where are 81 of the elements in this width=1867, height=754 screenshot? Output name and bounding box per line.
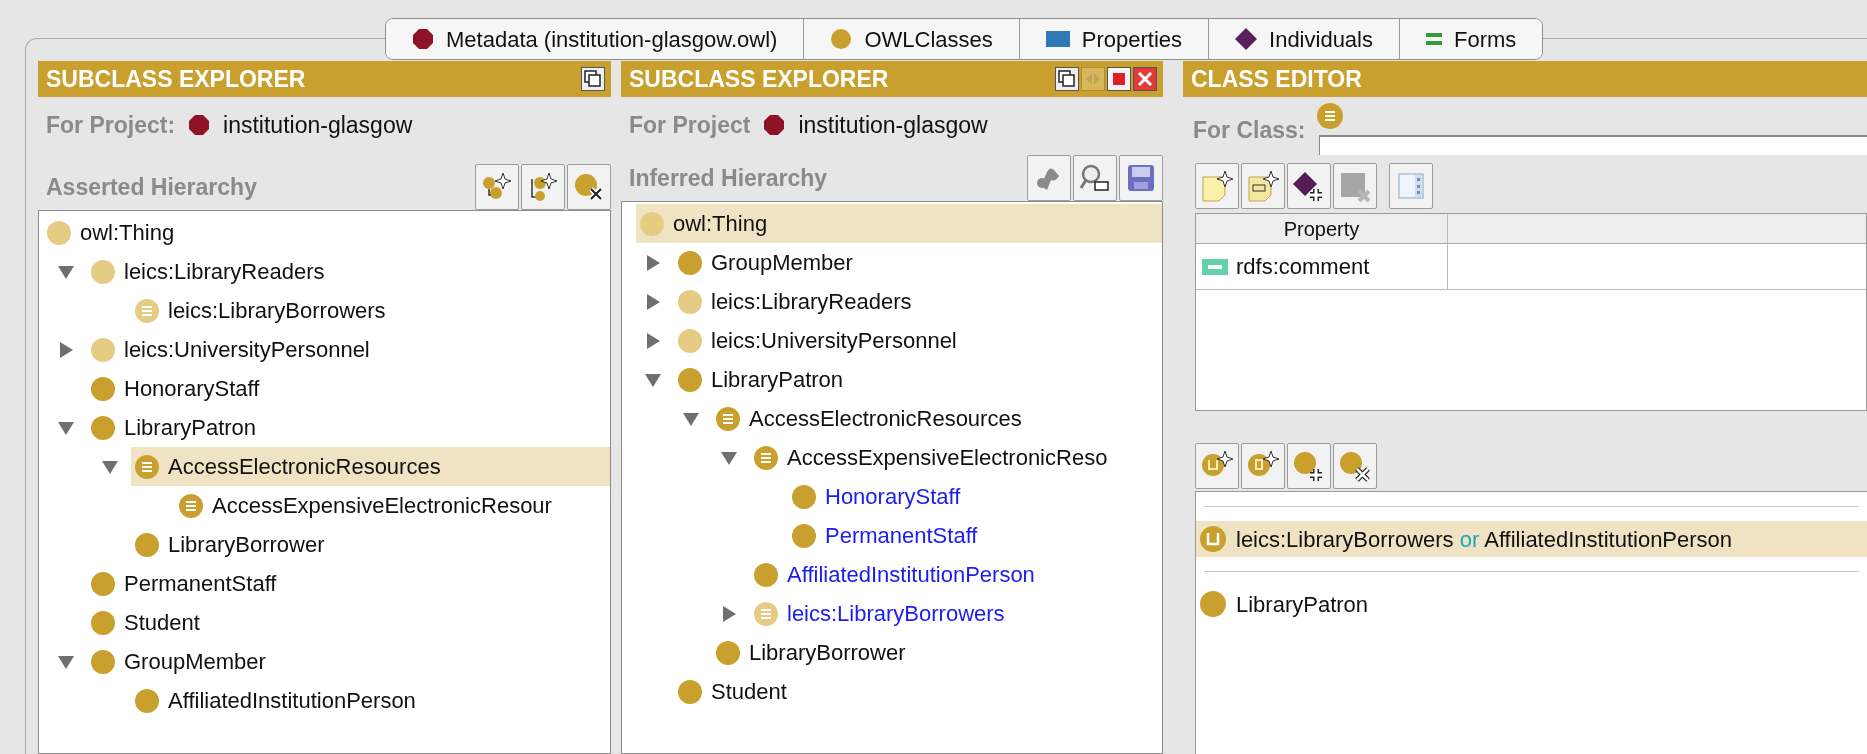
panel-title: SUBCLASS EXPLORER [629, 67, 889, 91]
tab[interactable]: Forms [1399, 19, 1543, 59]
tree-item[interactable]: leics:LibraryReaders [674, 282, 1162, 321]
tree-item[interactable]: AffiliatedInstitutionPerson [131, 681, 610, 720]
project-name: institution-glasgow [798, 110, 988, 140]
triangle-right-icon[interactable] [644, 253, 662, 272]
project-label: For Project: [46, 110, 176, 140]
defined-class-icon [1317, 103, 1344, 129]
tree-item[interactable]: leics:LibraryReaders [87, 252, 610, 291]
hexagon-icon [189, 115, 210, 135]
create-restriction-button[interactable] [1241, 443, 1285, 489]
tree-item[interactable]: Student [674, 672, 1162, 711]
remove-class-button[interactable] [1333, 443, 1377, 489]
tree-item[interactable]: AffiliatedInstitutionPerson [750, 555, 1162, 594]
triangle-right-icon[interactable] [644, 292, 662, 311]
create-subclass-button[interactable] [475, 164, 519, 210]
tree-item[interactable]: GroupMember [87, 642, 610, 681]
tree-item[interactable]: AccessElectronicResources [131, 447, 610, 486]
tree-item[interactable]: PermanentStaff [87, 564, 610, 603]
tree-item[interactable]: LibraryPatron [674, 360, 1162, 399]
triangle-right-icon[interactable] [644, 331, 662, 350]
create-sibling-button[interactable] [521, 164, 565, 210]
tree-item[interactable]: owl:Thing [43, 213, 610, 252]
tree-item[interactable]: leics:UniversityPersonnel [87, 330, 610, 369]
save-button[interactable] [1119, 155, 1163, 201]
restore-icon [581, 67, 605, 91]
for-class-label: For Class: [1193, 116, 1306, 145]
hexagon-icon [764, 115, 785, 135]
delete-class-button[interactable] [567, 164, 611, 210]
stop-icon [1107, 67, 1131, 91]
panel-layout-icon [1396, 171, 1426, 201]
tree-item[interactable]: GroupMember [674, 243, 1162, 282]
create-union-button[interactable] [1195, 443, 1239, 489]
note-sparkle-icon [1199, 169, 1235, 203]
union-class-icon [1200, 526, 1226, 552]
condition-row[interactable]: leics:LibraryBorrowers or AffiliatedInstitutionPerson [1196, 521, 1867, 557]
new-document-button[interactable] [1241, 163, 1285, 209]
restore-icon [1055, 67, 1079, 91]
tree-item[interactable]: owl:Thing [636, 204, 1162, 243]
panel-title: CLASS EDITOR [1191, 67, 1362, 91]
document-sparkle-icon [1245, 169, 1281, 203]
class-name-field[interactable] [1319, 135, 1867, 155]
bars-icon [1426, 32, 1442, 46]
hierarchy-title: Inferred Hierarchy [629, 163, 828, 193]
tree-item[interactable]: leics:UniversityPersonnel [674, 321, 1162, 360]
tree-item[interactable]: leics:LibraryBorrowers [750, 594, 1162, 633]
annotation-property-icon [1202, 258, 1228, 275]
project-label: For Project [629, 110, 751, 140]
tree-item[interactable]: AccessElectronicResources [712, 399, 1162, 438]
left-right-arrows-icon [1081, 67, 1105, 91]
panel-title: SUBCLASS EXPLORER [46, 67, 306, 91]
circle-icon [830, 28, 853, 50]
search-icon [1079, 162, 1111, 194]
tree-item[interactable]: Student [87, 603, 610, 642]
hexagon-icon [412, 28, 434, 50]
diamond-icon [1235, 28, 1258, 50]
add-class-button[interactable] [1287, 443, 1331, 489]
tree-item[interactable]: AccessExpensiveElectronicReso [750, 438, 1162, 477]
tree-item[interactable]: PermanentStaff [788, 516, 1162, 555]
add-value-button[interactable] [1287, 163, 1331, 209]
triangle-right-icon[interactable] [57, 340, 75, 359]
circle-x-icon [1337, 449, 1373, 483]
project-name: institution-glasgow [223, 110, 413, 140]
tree-item[interactable]: leics:LibraryBorrowers [131, 291, 610, 330]
tree-item[interactable]: AccessExpensiveElectronicResour [175, 486, 610, 525]
tree-item[interactable]: HonoraryStaff [87, 369, 610, 408]
search-button[interactable] [1073, 155, 1117, 201]
close-icon [1133, 67, 1157, 91]
hierarchy-title: Asserted Hierarchy [46, 172, 257, 202]
condition-row[interactable]: LibraryPatron [1196, 586, 1867, 622]
tree-item[interactable]: HonoraryStaff [788, 477, 1162, 516]
class-icon [1200, 591, 1226, 617]
table-cell: rdfs:comment [1196, 244, 1448, 289]
triangle-right-icon[interactable] [720, 604, 738, 623]
tree-item[interactable]: LibraryBorrower [712, 633, 1162, 672]
tree-item[interactable]: LibraryBorrower [131, 525, 610, 564]
rectangle-icon [1045, 31, 1070, 47]
classify-button[interactable] [1027, 155, 1071, 201]
tree-item[interactable]: LibraryPatron [87, 408, 610, 447]
new-annotation-button[interactable] [1195, 163, 1239, 209]
dot-x-icon [573, 171, 605, 203]
